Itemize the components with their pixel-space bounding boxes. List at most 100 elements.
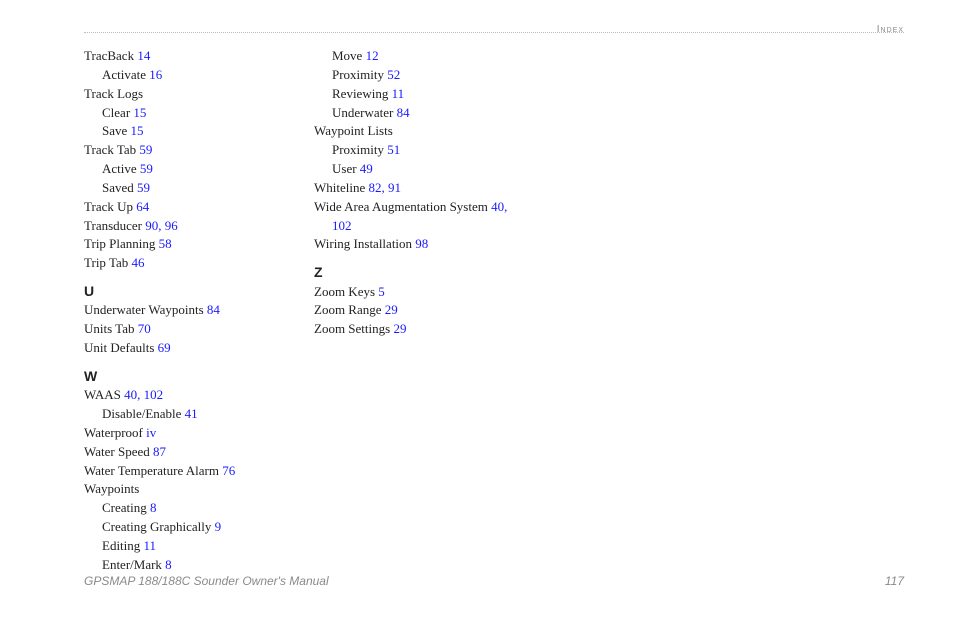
page-link[interactable]: 84 — [207, 302, 220, 317]
index-term: Transducer — [84, 218, 142, 233]
index-term: Active — [102, 161, 137, 176]
index-entry: Wiring Installation 98 — [314, 235, 504, 254]
page-link[interactable]: 11 — [144, 538, 157, 553]
index-term: Waypoint Lists — [314, 123, 393, 138]
index-entry: Wide Area Augmentation System 40, — [314, 198, 504, 217]
index-entry: Waypoints — [84, 480, 274, 499]
page-link[interactable]: 76 — [222, 463, 235, 478]
index-term: Track Up — [84, 199, 133, 214]
index-entry: Whiteline 82, 91 — [314, 179, 504, 198]
page-link[interactable]: 46 — [132, 255, 145, 270]
index-entry: Track Tab 59 — [84, 141, 274, 160]
page-separator: , — [504, 199, 507, 214]
index-entry: Save 15 — [84, 122, 274, 141]
index-entry: Trip Tab 46 — [84, 254, 274, 273]
index-term: Move — [332, 48, 362, 63]
page-link[interactable]: 49 — [360, 161, 373, 176]
page-link[interactable]: iv — [146, 425, 156, 440]
index-entry: Zoom Range 29 — [314, 301, 504, 320]
index-term: Units Tab — [84, 321, 135, 336]
page-link[interactable]: 14 — [137, 48, 150, 63]
page-link[interactable]: 102 — [332, 218, 352, 233]
index-term: Wiring Installation — [314, 236, 412, 251]
page-link[interactable]: 58 — [159, 236, 172, 251]
page-link[interactable]: 40 — [124, 387, 137, 402]
page-link[interactable]: 15 — [133, 105, 146, 120]
page-link[interactable]: 29 — [385, 302, 398, 317]
index-letter-heading: Z — [314, 262, 504, 282]
page-link[interactable]: 9 — [215, 519, 222, 534]
index-term: Trip Planning — [84, 236, 155, 251]
page-link[interactable]: 102 — [144, 387, 164, 402]
page-link[interactable]: 98 — [415, 236, 428, 251]
index-entry: Water Speed 87 — [84, 443, 274, 462]
footer: GPSMAP 188/188C Sounder Owner's Manual 1… — [84, 574, 904, 588]
index-term: Waypoints — [84, 481, 139, 496]
page-link[interactable]: 59 — [137, 180, 150, 195]
page-link[interactable]: 59 — [139, 142, 152, 157]
header-divider — [84, 32, 904, 33]
index-term: Underwater Waypoints — [84, 302, 204, 317]
index-term: Enter/Mark — [102, 557, 162, 572]
index-term: Zoom Settings — [314, 321, 390, 336]
page-link[interactable]: 70 — [138, 321, 151, 336]
page-link[interactable]: 64 — [136, 199, 149, 214]
index-entry: Enter/Mark 8 — [84, 556, 274, 575]
index-term: Disable/Enable — [102, 406, 181, 421]
index-entry: Water Temperature Alarm 76 — [84, 462, 274, 481]
index-entry: Trip Planning 58 — [84, 235, 274, 254]
page-link[interactable]: 90 — [145, 218, 158, 233]
page-link[interactable]: 11 — [392, 86, 405, 101]
index-term: Save — [102, 123, 127, 138]
page-link[interactable]: 8 — [165, 557, 172, 572]
index-term: Editing — [102, 538, 140, 553]
page-link[interactable]: 52 — [387, 67, 400, 82]
index-entry: Proximity 52 — [314, 66, 504, 85]
index-entry: Track Logs — [84, 85, 274, 104]
index-entry: Zoom Settings 29 — [314, 320, 504, 339]
page-link[interactable]: 16 — [149, 67, 162, 82]
index-columns: TracBack 14Activate 16Track LogsClear 15… — [84, 47, 904, 575]
index-term: WAAS — [84, 387, 121, 402]
index-entry: Zoom Keys 5 — [314, 283, 504, 302]
page-link[interactable]: 41 — [185, 406, 198, 421]
index-entry: Transducer 90, 96 — [84, 217, 274, 236]
index-term: Activate — [102, 67, 146, 82]
index-term: TracBack — [84, 48, 134, 63]
index-term: Creating — [102, 500, 147, 515]
index-entry: Active 59 — [84, 160, 274, 179]
index-term: Zoom Keys — [314, 284, 375, 299]
page-link[interactable]: 87 — [153, 444, 166, 459]
page-link[interactable]: 5 — [378, 284, 385, 299]
index-term: User — [332, 161, 357, 176]
page-link[interactable]: 82 — [369, 180, 382, 195]
page-link[interactable]: 29 — [393, 321, 406, 336]
index-entry: 102 — [314, 217, 504, 236]
page-link[interactable]: 12 — [366, 48, 379, 63]
index-entry: Activate 16 — [84, 66, 274, 85]
section-label: Index — [877, 24, 904, 35]
index-entry: Waypoint Lists — [314, 122, 504, 141]
page-link[interactable]: 15 — [131, 123, 144, 138]
footer-title: GPSMAP 188/188C Sounder Owner's Manual — [84, 574, 329, 588]
page-link[interactable]: 91 — [388, 180, 401, 195]
index-entry: WAAS 40, 102 — [84, 386, 274, 405]
page-link[interactable]: 8 — [150, 500, 157, 515]
index-entry: Disable/Enable 41 — [84, 405, 274, 424]
page-link[interactable]: 40 — [491, 199, 504, 214]
page-link[interactable]: 84 — [397, 105, 410, 120]
page-link[interactable]: 96 — [165, 218, 178, 233]
index-term: Underwater — [332, 105, 393, 120]
index-entry: Waterproof iv — [84, 424, 274, 443]
index-entry: Editing 11 — [84, 537, 274, 556]
index-entry: Underwater Waypoints 84 — [84, 301, 274, 320]
index-term: Creating Graphically — [102, 519, 211, 534]
index-entry: Saved 59 — [84, 179, 274, 198]
index-entry: TracBack 14 — [84, 47, 274, 66]
page-link[interactable]: 59 — [140, 161, 153, 176]
index-term: Zoom Range — [314, 302, 382, 317]
page-link[interactable]: 51 — [387, 142, 400, 157]
index-term: Water Temperature Alarm — [84, 463, 219, 478]
page-link[interactable]: 69 — [158, 340, 171, 355]
index-term: Reviewing — [332, 86, 388, 101]
